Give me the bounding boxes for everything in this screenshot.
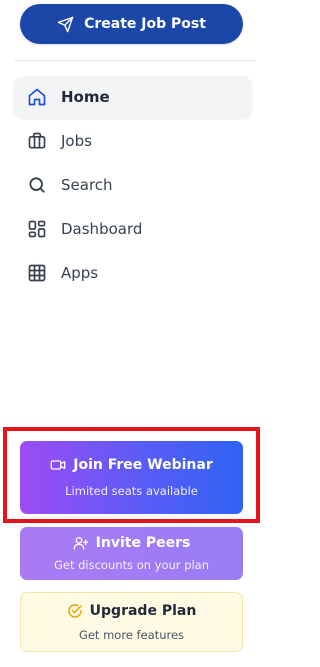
upgrade-plan-label: Upgrade Plan: [89, 602, 197, 619]
create-job-post-button[interactable]: Create Job Post: [20, 4, 243, 44]
create-job-post-label: Create Job Post: [84, 16, 206, 32]
sidebar-item-label: Apps: [61, 264, 99, 282]
sidebar-item-label: Home: [61, 88, 110, 106]
sidebar-item-jobs[interactable]: Jobs: [14, 120, 252, 162]
invite-peers-subtitle: Get discounts on your plan: [53, 558, 210, 572]
upgrade-plan-card[interactable]: Upgrade Plan Get more features: [20, 592, 243, 652]
join-webinar-subtitle: Limited seats available: [65, 484, 198, 498]
dashboard-icon: [27, 219, 47, 239]
video-icon: [50, 460, 66, 470]
search-icon: [27, 175, 47, 195]
invite-peers-title: Invite Peers: [73, 535, 191, 551]
sidebar-item-label: Dashboard: [61, 220, 143, 238]
sidebar-item-search[interactable]: Search: [14, 164, 252, 206]
send-icon: [57, 16, 74, 32]
home-icon: [27, 87, 47, 107]
sidebar-item-label: Jobs: [61, 132, 92, 150]
grid-icon: [27, 263, 47, 283]
sidebar-item-label: Search: [61, 176, 113, 194]
user-plus-icon: [73, 537, 89, 550]
upgrade-plan-title: Upgrade Plan: [67, 602, 197, 619]
sidebar-divider: [14, 60, 255, 61]
sidebar-item-apps[interactable]: Apps: [14, 252, 252, 294]
join-webinar-card[interactable]: Join Free Webinar Limited seats availabl…: [20, 441, 243, 514]
briefcase-icon: [27, 131, 47, 151]
invite-peers-label: Invite Peers: [95, 535, 191, 551]
sidebar-nav: Home Jobs Search Dashboard Apps: [14, 76, 252, 296]
join-webinar-title: Join Free Webinar: [50, 457, 213, 473]
invite-peers-card[interactable]: Invite Peers Get discounts on your plan: [20, 527, 243, 580]
check-circle-icon: [67, 603, 82, 618]
join-webinar-label: Join Free Webinar: [73, 457, 213, 473]
upgrade-plan-subtitle: Get more features: [78, 627, 185, 642]
sidebar-item-dashboard[interactable]: Dashboard: [14, 208, 252, 250]
sidebar-item-home[interactable]: Home: [14, 76, 252, 118]
